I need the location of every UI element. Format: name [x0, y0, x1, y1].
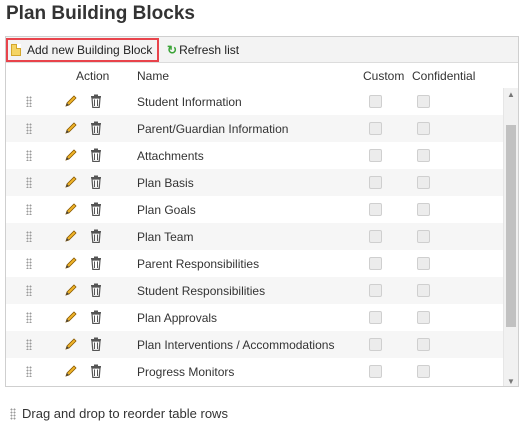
page-title: Plan Building Blocks [6, 3, 195, 24]
custom-checkbox[interactable] [369, 365, 382, 378]
custom-checkbox[interactable] [369, 95, 382, 108]
drag-handle-icon[interactable] [26, 123, 32, 134]
edit-icon[interactable] [64, 202, 78, 216]
row-name: Plan Team [137, 230, 194, 244]
table-row[interactable]: Parent Responsibilities [6, 250, 504, 277]
custom-checkbox[interactable] [369, 176, 382, 189]
row-name: Parent/Guardian Information [137, 122, 289, 136]
drag-handle-icon[interactable] [26, 285, 32, 296]
refresh-icon: ↻ [167, 43, 178, 57]
drag-handle-icon[interactable] [26, 366, 32, 377]
row-name: Attachments [137, 149, 204, 163]
table-row[interactable]: Plan Goals [6, 196, 504, 223]
column-header-action: Action [76, 69, 110, 83]
delete-icon[interactable] [90, 229, 102, 244]
edit-icon[interactable] [64, 229, 78, 243]
row-name: Progress Monitors [137, 365, 235, 379]
edit-icon[interactable] [64, 364, 78, 378]
vertical-scrollbar[interactable]: ▲ ▼ [503, 88, 518, 386]
table-row[interactable]: Progress Monitors [6, 358, 504, 385]
drag-hint-text: Drag and drop to reorder table rows [22, 406, 228, 421]
row-name: Plan Basis [137, 176, 194, 190]
custom-checkbox[interactable] [369, 203, 382, 216]
drag-handle-icon[interactable] [26, 177, 32, 188]
confidential-checkbox[interactable] [417, 284, 430, 297]
column-header-confidential[interactable]: Confidential [412, 69, 475, 83]
edit-icon[interactable] [64, 175, 78, 189]
drag-handle-icon[interactable] [26, 96, 32, 107]
delete-icon[interactable] [90, 148, 102, 163]
edit-icon[interactable] [64, 283, 78, 297]
row-name: Plan Approvals [137, 311, 218, 325]
custom-checkbox[interactable] [369, 257, 382, 270]
drag-handle-icon[interactable] [26, 150, 32, 161]
table-row[interactable]: Plan Basis [6, 169, 504, 196]
edit-icon[interactable] [64, 310, 78, 324]
table-row[interactable]: Attachments [6, 142, 504, 169]
row-name: Plan Goals [137, 203, 196, 217]
document-icon [11, 44, 21, 56]
edit-icon[interactable] [64, 94, 78, 108]
custom-checkbox[interactable] [369, 311, 382, 324]
drag-handle-icon[interactable] [26, 312, 32, 323]
confidential-checkbox[interactable] [417, 95, 430, 108]
confidential-checkbox[interactable] [417, 338, 430, 351]
table-row[interactable]: Student Responsibilities [6, 277, 504, 304]
scrollbar-thumb[interactable] [506, 125, 516, 327]
scroll-up-icon[interactable]: ▲ [507, 90, 515, 99]
table-row[interactable]: Plan Approvals [6, 304, 504, 331]
confidential-checkbox[interactable] [417, 365, 430, 378]
delete-icon[interactable] [90, 202, 102, 217]
delete-icon[interactable] [90, 364, 102, 379]
delete-icon[interactable] [90, 121, 102, 136]
add-building-block-button[interactable]: Add new Building Block [6, 38, 160, 62]
delete-icon[interactable] [90, 337, 102, 352]
table-header: Action Name Custom Confidential [6, 63, 518, 87]
custom-checkbox[interactable] [369, 230, 382, 243]
confidential-checkbox[interactable] [417, 203, 430, 216]
table-row[interactable]: Plan Team [6, 223, 504, 250]
delete-icon[interactable] [90, 310, 102, 325]
refresh-list-label: Refresh list [179, 43, 240, 57]
grid-toolbar: Add new Building Block ↻ Refresh list [6, 37, 518, 63]
drag-handle-icon[interactable] [26, 231, 32, 242]
delete-icon[interactable] [90, 94, 102, 109]
table-row[interactable]: Student Information [6, 88, 504, 115]
custom-checkbox[interactable] [369, 284, 382, 297]
table-row[interactable]: Parent/Guardian Information [6, 115, 504, 142]
edit-icon[interactable] [64, 256, 78, 270]
delete-icon[interactable] [90, 175, 102, 190]
table-body: Student Information Parent/Guardian Infor… [6, 88, 504, 386]
row-name: Student Responsibilities [137, 284, 266, 298]
drag-handle-icon[interactable] [26, 204, 32, 215]
column-header-name[interactable]: Name [137, 69, 169, 83]
column-header-custom[interactable]: Custom [363, 69, 404, 83]
delete-icon[interactable] [90, 256, 102, 271]
custom-checkbox[interactable] [369, 149, 382, 162]
refresh-list-button[interactable]: ↻ Refresh list [167, 40, 239, 60]
drag-handle-icon[interactable] [26, 258, 32, 269]
row-name: Parent Responsibilities [137, 257, 260, 271]
confidential-checkbox[interactable] [417, 257, 430, 270]
custom-checkbox[interactable] [369, 338, 382, 351]
drag-handle-icon[interactable] [26, 339, 32, 350]
row-name: Plan Interventions / Accommodations [137, 338, 335, 352]
custom-checkbox[interactable] [369, 122, 382, 135]
row-name: Student Information [137, 95, 242, 109]
delete-icon[interactable] [90, 283, 102, 298]
edit-icon[interactable] [64, 121, 78, 135]
drag-handle-icon [10, 407, 16, 420]
confidential-checkbox[interactable] [417, 311, 430, 324]
table-row[interactable]: Plan Interventions / Accommodations [6, 331, 504, 358]
scroll-down-icon[interactable]: ▼ [507, 377, 515, 386]
confidential-checkbox[interactable] [417, 149, 430, 162]
edit-icon[interactable] [64, 337, 78, 351]
confidential-checkbox[interactable] [417, 176, 430, 189]
add-building-block-label: Add new Building Block [27, 43, 153, 57]
footer-hint: Drag and drop to reorder table rows [10, 406, 228, 421]
building-blocks-grid: Add new Building Block ↻ Refresh list Ac… [5, 36, 519, 387]
edit-icon[interactable] [64, 148, 78, 162]
confidential-checkbox[interactable] [417, 122, 430, 135]
confidential-checkbox[interactable] [417, 230, 430, 243]
